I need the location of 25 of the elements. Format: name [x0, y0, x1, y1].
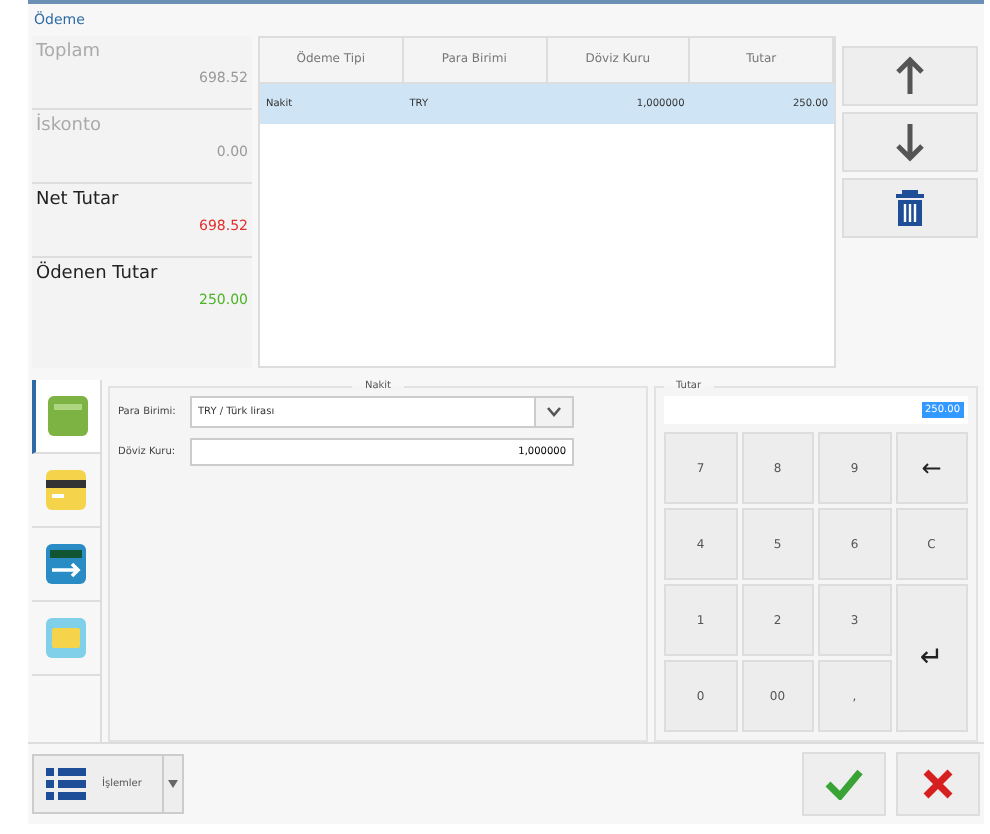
summary-label: İskonto: [36, 116, 103, 136]
trash-icon: [894, 188, 926, 228]
arrow-up-icon: [894, 56, 926, 96]
checkmark-icon: [824, 768, 864, 800]
summary-label: Net Tutar: [36, 190, 121, 210]
move-up-button[interactable]: [842, 46, 978, 106]
credit-card-icon: [44, 468, 88, 512]
payment-type-tab[interactable]: [32, 380, 100, 454]
voucher-icon: [44, 616, 88, 660]
keypad-key[interactable]: ←: [895, 432, 968, 504]
cancel-button[interactable]: [896, 752, 980, 816]
transfer-card-icon: [44, 542, 88, 586]
delete-button[interactable]: [842, 178, 978, 238]
enter-key[interactable]: ↵: [895, 584, 968, 732]
summary-label: Ödenen Tutar: [36, 264, 160, 284]
move-down-button[interactable]: [842, 112, 978, 172]
list-icon: [46, 766, 86, 802]
caret-icon: [167, 780, 178, 788]
close-icon: [922, 768, 954, 800]
dropdown-button[interactable]: [163, 754, 184, 814]
arrow-down-icon: [894, 122, 926, 162]
banknote-icon: [46, 394, 90, 438]
confirm-button[interactable]: [802, 752, 886, 816]
summary-label: Toplam: [36, 42, 102, 62]
chevron-down-icon: [546, 406, 562, 418]
